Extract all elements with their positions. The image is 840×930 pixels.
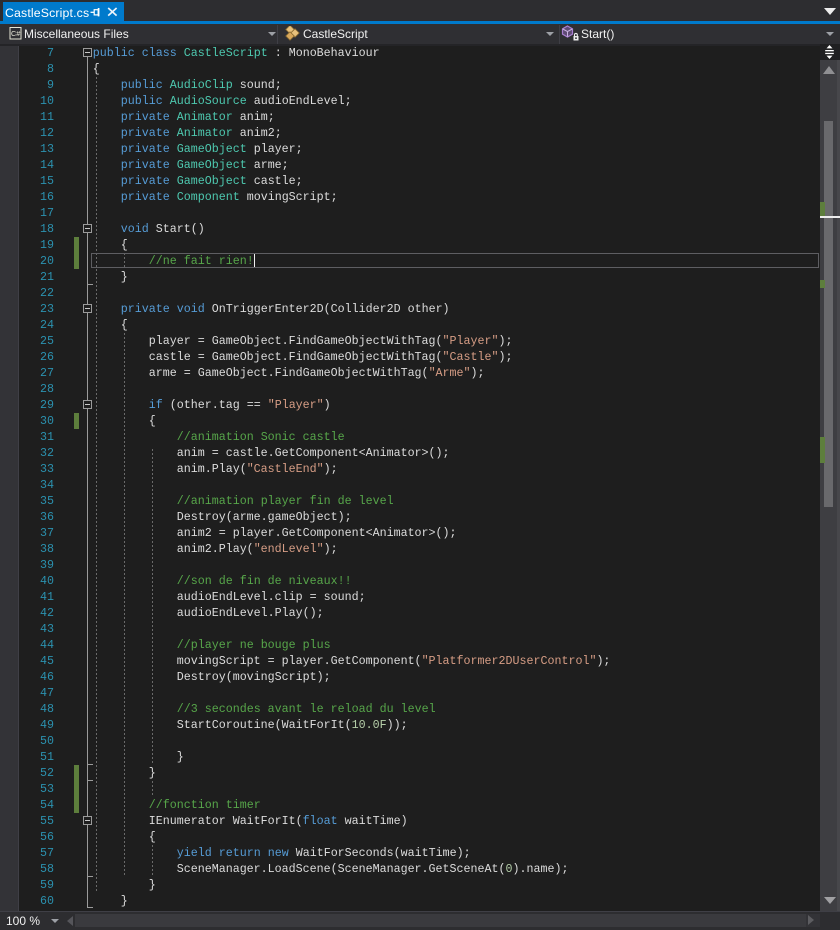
svg-text:C#: C# [11,29,20,38]
